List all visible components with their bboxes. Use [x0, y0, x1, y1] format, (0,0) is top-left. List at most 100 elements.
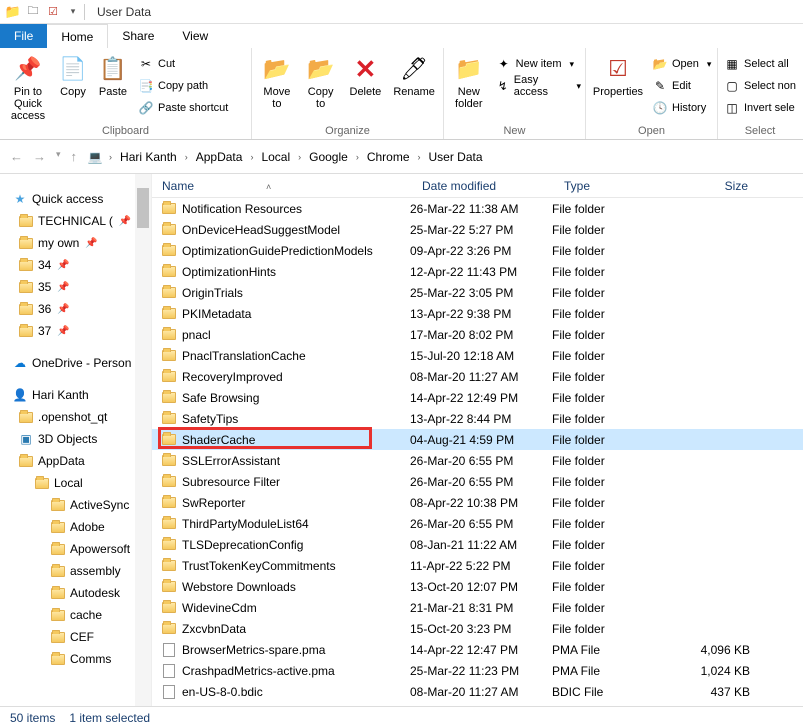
select-none-button[interactable]: ▢Select non: [724, 76, 796, 96]
new-folder-button[interactable]: 📁 New folder: [448, 52, 490, 110]
tree-item[interactable]: ★Quick access: [0, 188, 151, 210]
file-row[interactable]: ZxcvbnData15-Oct-20 3:23 PMFile folder: [152, 618, 803, 639]
up-button[interactable]: ↑: [71, 149, 78, 164]
breadcrumb-segment[interactable]: User Data: [427, 148, 485, 166]
qat-dropdown-icon[interactable]: ▾: [64, 3, 82, 21]
tree-item[interactable]: Autodesk: [0, 582, 151, 604]
file-row[interactable]: RecoveryImproved08-Mar-20 11:27 AMFile f…: [152, 366, 803, 387]
tree-item[interactable]: 35📌: [0, 276, 151, 298]
copy-button[interactable]: 📄 Copy: [54, 52, 92, 98]
forward-button[interactable]: →: [33, 149, 46, 164]
file-row[interactable]: OptimizationGuidePredictionModels09-Apr-…: [152, 240, 803, 261]
file-row[interactable]: CrashpadMetrics-active.pma25-Mar-22 11:2…: [152, 660, 803, 681]
tree-item[interactable]: ☁OneDrive - Person: [0, 352, 151, 374]
navigation-pane[interactable]: ★Quick accessTECHNICAL (📌my own📌34📌35📌36…: [0, 174, 152, 706]
properties-button[interactable]: ☑ Properties: [590, 52, 646, 98]
file-row[interactable]: SafetyTips13-Apr-22 8:44 PMFile folder: [152, 408, 803, 429]
tree-item-label: 36: [38, 302, 51, 316]
file-row[interactable]: WidevineCdm21-Mar-21 8:31 PMFile folder: [152, 597, 803, 618]
column-size[interactable]: Size: [674, 179, 764, 193]
file-row[interactable]: BrowserMetrics-spare.pma14-Apr-22 12:47 …: [152, 639, 803, 660]
tree-item[interactable]: 37📌: [0, 320, 151, 342]
invert-selection-button[interactable]: ◫Invert sele: [724, 98, 796, 118]
delete-button[interactable]: ✕ Delete: [344, 52, 388, 98]
tree-item[interactable]: AppData: [0, 450, 151, 472]
tree-item[interactable]: 36📌: [0, 298, 151, 320]
tree-item-label: Autodesk: [70, 586, 120, 600]
new-item-button[interactable]: ✦New item▾: [496, 54, 581, 74]
back-button[interactable]: ←: [10, 149, 23, 164]
tree-item[interactable]: 34📌: [0, 254, 151, 276]
breadcrumb-bar[interactable]: 💻 › Hari Kanth› AppData› Local› Google› …: [87, 148, 793, 166]
breadcrumb-segment[interactable]: Google: [307, 148, 350, 166]
file-row[interactable]: TrustTokenKeyCommitments11-Apr-22 5:22 P…: [152, 555, 803, 576]
copy-path-icon: 📑: [138, 79, 154, 93]
tab-share[interactable]: Share: [108, 24, 168, 48]
move-to-button[interactable]: 📂 Move to: [256, 52, 298, 110]
file-row[interactable]: ThirdPartyModuleList6426-Mar-20 6:55 PMF…: [152, 513, 803, 534]
tree-item[interactable]: ActiveSync: [0, 494, 151, 516]
column-date-modified[interactable]: Date modified: [412, 179, 554, 193]
tab-file[interactable]: File: [0, 24, 47, 48]
tree-item[interactable]: Local: [0, 472, 151, 494]
edit-button[interactable]: ✎Edit: [652, 76, 711, 96]
cut-button[interactable]: ✂Cut: [138, 54, 228, 74]
easy-access-button[interactable]: ↯Easy access▾: [496, 76, 581, 96]
scrollbar-thumb[interactable]: [137, 188, 149, 228]
group-clipboard-label: Clipboard: [4, 125, 247, 139]
file-row[interactable]: Subresource Filter26-Mar-20 6:55 PMFile …: [152, 471, 803, 492]
breadcrumb-segment[interactable]: Local: [259, 148, 292, 166]
tree-item[interactable]: ▣3D Objects: [0, 428, 151, 450]
file-row[interactable]: en-US-8-0.bdic08-Mar-20 11:27 AMBDIC Fil…: [152, 681, 803, 702]
tree-item[interactable]: .openshot_qt: [0, 406, 151, 428]
file-row[interactable]: ShaderCache04-Aug-21 4:59 PMFile folder: [152, 429, 803, 450]
tab-home[interactable]: Home: [47, 24, 108, 48]
file-row[interactable]: SwReporter08-Apr-22 10:38 PMFile folder: [152, 492, 803, 513]
tree-item[interactable]: cache: [0, 604, 151, 626]
navpane-scrollbar[interactable]: [135, 174, 151, 706]
tree-item[interactable]: CEF: [0, 626, 151, 648]
breadcrumb-segment[interactable]: AppData: [194, 148, 245, 166]
file-type: File folder: [552, 433, 672, 447]
recent-dropdown[interactable]: ▾: [56, 149, 61, 164]
tree-item[interactable]: Adobe: [0, 516, 151, 538]
open-icon: 📂: [652, 57, 668, 71]
file-row[interactable]: Notification Resources26-Mar-22 11:38 AM…: [152, 198, 803, 219]
properties-qat-icon[interactable]: ☑: [44, 3, 62, 21]
file-type: File folder: [552, 496, 672, 510]
file-row[interactable]: Safe Browsing14-Apr-22 12:49 PMFile fold…: [152, 387, 803, 408]
history-button[interactable]: 🕓History: [652, 98, 711, 118]
tree-item[interactable]: Comms: [0, 648, 151, 670]
paste-button[interactable]: 📋 Paste: [94, 52, 132, 98]
tree-item[interactable]: TECHNICAL (📌: [0, 210, 151, 232]
file-row[interactable]: TLSDeprecationConfig08-Jan-21 11:22 AMFi…: [152, 534, 803, 555]
pin-to-quick-access-button[interactable]: 📌 Pin to Quick access: [4, 52, 52, 122]
file-row[interactable]: Webstore Downloads13-Oct-20 12:07 PMFile…: [152, 576, 803, 597]
copy-to-button[interactable]: 📂 Copy to: [300, 52, 342, 110]
column-name[interactable]: Name˄: [152, 179, 412, 193]
file-date: 21-Mar-21 8:31 PM: [410, 601, 552, 615]
file-row[interactable]: OptimizationHints12-Apr-22 11:43 PMFile …: [152, 261, 803, 282]
file-row[interactable]: OnDeviceHeadSuggestModel25-Mar-22 5:27 P…: [152, 219, 803, 240]
file-row[interactable]: pnacl17-Mar-20 8:02 PMFile folder: [152, 324, 803, 345]
breadcrumb-segment[interactable]: Hari Kanth: [118, 148, 179, 166]
rename-button[interactable]: 🖊 Rename: [389, 52, 439, 98]
paste-shortcut-button[interactable]: 🔗Paste shortcut: [138, 98, 228, 118]
tree-item[interactable]: 👤Hari Kanth: [0, 384, 151, 406]
breadcrumb-segment[interactable]: Chrome: [365, 148, 412, 166]
file-row[interactable]: PnaclTranslationCache15-Jul-20 12:18 AMF…: [152, 345, 803, 366]
tree-item[interactable]: my own📌: [0, 232, 151, 254]
copy-path-button[interactable]: 📑Copy path: [138, 76, 228, 96]
folder-icon: [160, 579, 178, 595]
column-type[interactable]: Type: [554, 179, 674, 193]
open-button[interactable]: 📂Open▾: [652, 54, 711, 74]
file-row[interactable]: OriginTrials25-Mar-22 3:05 PMFile folder: [152, 282, 803, 303]
tree-item[interactable]: assembly: [0, 560, 151, 582]
file-row[interactable]: PKIMetadata13-Apr-22 9:38 PMFile folder: [152, 303, 803, 324]
file-row[interactable]: SSLErrorAssistant26-Mar-20 6:55 PMFile f…: [152, 450, 803, 471]
tree-item[interactable]: Apowersoft: [0, 538, 151, 560]
folder-small-icon: 🗀: [24, 3, 42, 21]
select-all-button[interactable]: ▦Select all: [724, 54, 796, 74]
tab-view[interactable]: View: [168, 24, 222, 48]
folder-icon: [160, 432, 178, 448]
